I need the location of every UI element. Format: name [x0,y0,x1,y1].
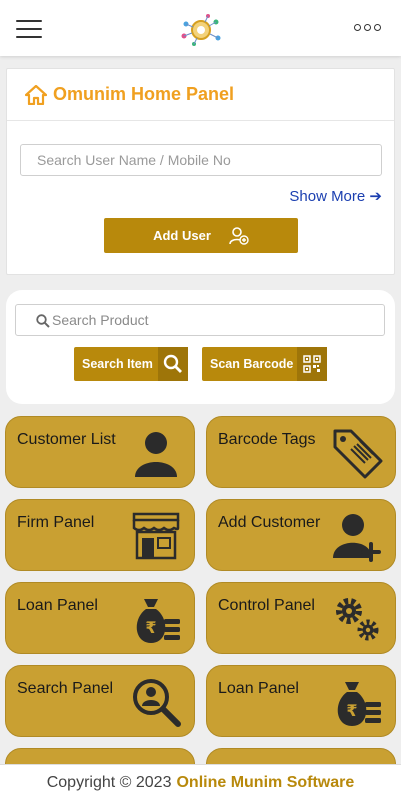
tile-loan-panel-2[interactable]: Loan Panel ₹ [206,665,396,737]
copyright-text: Copyright © 2023 [46,773,172,791]
user-plus-icon [333,514,381,562]
search-user-input[interactable] [20,144,382,176]
tile-label: Loan Panel [17,597,98,614]
search-icon [36,314,50,328]
storefront-icon [132,512,180,560]
add-user-label: Add User [153,228,211,243]
footer: Copyright © 2023 Online Munim Software [0,764,401,800]
search-product-input[interactable] [52,305,372,335]
tile-label: Barcode Tags [218,431,316,448]
gears-icon [336,598,379,641]
search-item-button[interactable]: Search Item [74,347,188,381]
barcode-tag-icon [333,429,383,479]
tile-loan-panel[interactable]: Loan Panel ₹ [5,582,195,654]
tile-label: Control Panel [218,597,315,614]
add-user-button[interactable]: Add User [104,218,298,253]
qr-code-icon [297,347,327,381]
tile-add-customer[interactable]: Add Customer [206,499,396,571]
tile-customer-list[interactable]: Customer List [5,416,195,488]
search-icon [158,347,188,381]
hamburger-icon[interactable] [16,20,42,38]
money-bag-icon: ₹ [136,599,180,643]
tile-label: Add Customer [218,514,321,531]
tile-label: Loan Panel [218,680,299,697]
tile-label: Firm Panel [17,514,95,531]
user-add-icon [229,226,249,245]
show-more-link[interactable]: Show More ➔ [289,187,382,205]
tile-firm-panel[interactable]: Firm Panel [5,499,195,571]
tile-control-panel[interactable]: Control Panel [206,582,396,654]
tile-label: Search Panel [17,680,114,697]
svg-text:₹: ₹ [145,618,156,637]
money-bag-icon: ₹ [337,682,381,726]
search-item-label: Search Item [82,357,153,371]
tile-barcode-tags[interactable]: Barcode Tags [206,416,396,488]
home-icon [25,84,47,105]
search-user-icon [133,679,181,727]
more-options-icon[interactable] [354,24,381,31]
app-logo[interactable] [178,12,224,48]
page-title: Omunim Home Panel [53,84,235,104]
scan-barcode-button[interactable]: Scan Barcode [202,347,327,381]
footer-brand-link[interactable]: Online Munim Software [176,774,354,792]
show-more-label: Show More [289,188,366,205]
user-icon [135,432,177,477]
arrow-right-icon: ➔ [369,188,382,205]
tile-label: Customer List [17,431,116,448]
search-product-field[interactable] [15,304,385,336]
product-search-card: Search Item Scan Barcode [6,290,395,404]
svg-text:₹: ₹ [346,701,357,720]
top-app-bar [0,0,401,56]
tile-search-panel[interactable]: Search Panel [5,665,195,737]
scan-barcode-label: Scan Barcode [210,357,294,371]
panel-header: Omunim Home Panel [7,69,394,121]
home-panel-card: Omunim Home Panel Show More ➔ Add User [6,68,395,275]
